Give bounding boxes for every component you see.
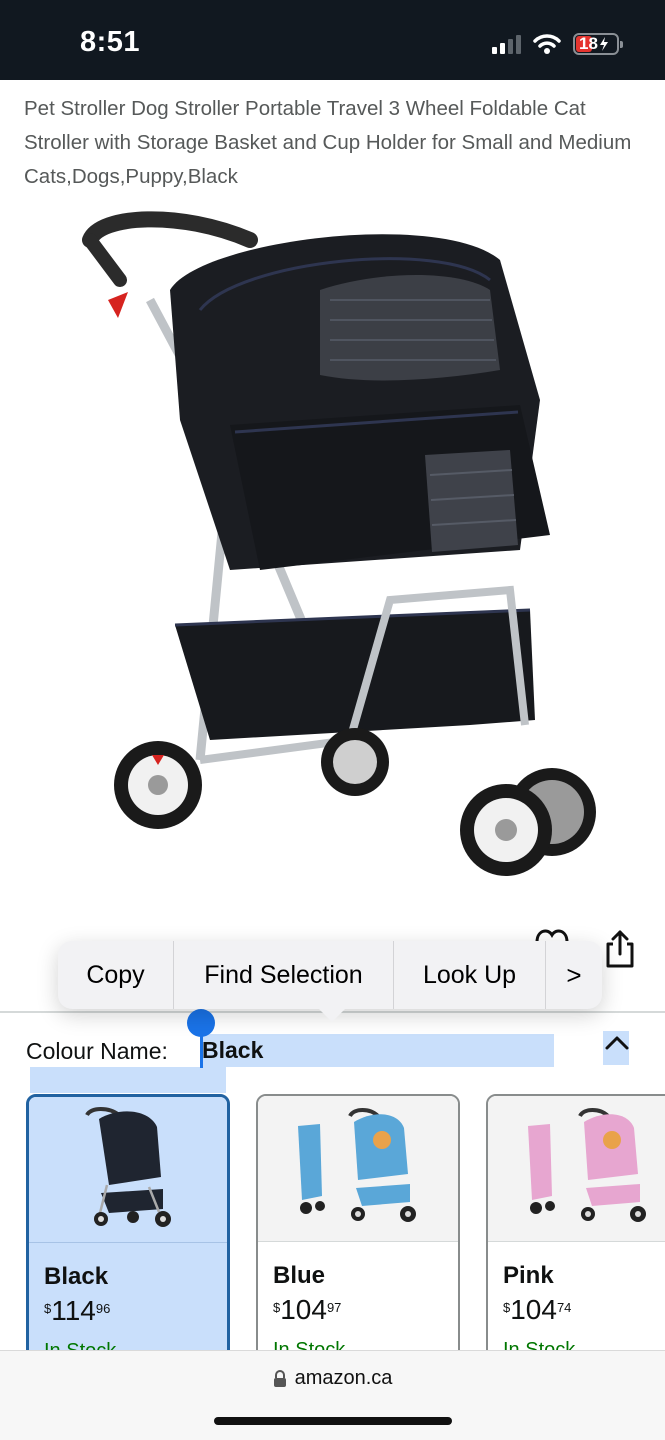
colour-name-row: Colour Name: — [26, 1034, 168, 1068]
wifi-icon — [533, 34, 561, 54]
swatch-image — [29, 1097, 227, 1243]
copy-menu-item[interactable]: Copy — [58, 941, 174, 1009]
status-bar: 8:51 18 — [0, 0, 665, 80]
colour-swatch-blue[interactable]: Blue $ 104 97 In Stock — [256, 1094, 460, 1364]
stroller-thumbnail-icon — [85, 1107, 171, 1227]
text-selection-highlight-line2 — [30, 1067, 226, 1093]
swatch-price: $ 104 74 — [503, 1294, 571, 1326]
context-menu-pointer — [318, 1008, 346, 1022]
colour-name-label: Colour Name: — [26, 1037, 168, 1064]
find-selection-menu-item[interactable]: Find Selection — [174, 941, 394, 1009]
colour-name-value[interactable]: Black — [202, 1034, 263, 1067]
chevron-up-icon[interactable] — [603, 1031, 631, 1055]
price-fraction: 97 — [326, 1300, 342, 1315]
cellular-signal-icon — [492, 34, 521, 54]
text-selection-context-menu: Copy Find Selection Look Up > — [58, 941, 602, 1009]
stroller-thumbnail-icon — [298, 1108, 416, 1222]
battery-level: 18 — [579, 34, 598, 53]
swatch-price: $ 104 97 — [273, 1294, 341, 1326]
price-fraction: 74 — [556, 1300, 572, 1315]
swatch-image — [258, 1096, 458, 1242]
price-currency: $ — [44, 1301, 52, 1316]
share-icon[interactable] — [602, 928, 638, 970]
swatch-name: Blue — [273, 1262, 326, 1289]
lock-icon — [273, 1369, 286, 1387]
url-text: amazon.ca — [294, 1367, 393, 1389]
price-fraction: 96 — [95, 1301, 111, 1316]
colour-swatch-pink[interactable]: Pink $ 104 74 In Stock — [486, 1094, 665, 1364]
battery-charging-icon: 18 — [573, 33, 623, 55]
browser-address-bar: amazon.ca — [0, 1350, 665, 1440]
price-whole: 104 — [280, 1294, 327, 1325]
url-field[interactable]: amazon.ca — [0, 1367, 665, 1390]
status-time: 8:51 — [80, 26, 141, 58]
pet-stroller-image[interactable] — [60, 200, 620, 900]
product-title[interactable]: Pet Stroller Dog Stroller Portable Trave… — [24, 92, 634, 194]
selection-handle-knob[interactable] — [187, 1009, 215, 1037]
stroller-thumbnail-icon — [528, 1108, 646, 1222]
swatch-name: Black — [44, 1263, 109, 1290]
home-indicator[interactable] — [214, 1417, 452, 1425]
status-icons: 18 — [492, 33, 623, 55]
colour-swatch-black[interactable]: Black $ 114 96 In Stock — [26, 1094, 230, 1364]
price-currency: $ — [273, 1300, 281, 1315]
more-options-chevron-icon[interactable]: > — [546, 941, 602, 1009]
swatch-image — [488, 1096, 665, 1242]
swatch-price: $ 114 96 — [44, 1295, 110, 1327]
price-currency: $ — [503, 1300, 511, 1315]
price-whole: 104 — [510, 1294, 557, 1325]
swatch-name: Pink — [503, 1262, 554, 1289]
price-whole: 114 — [51, 1295, 96, 1326]
look-up-menu-item[interactable]: Look Up — [394, 941, 546, 1009]
